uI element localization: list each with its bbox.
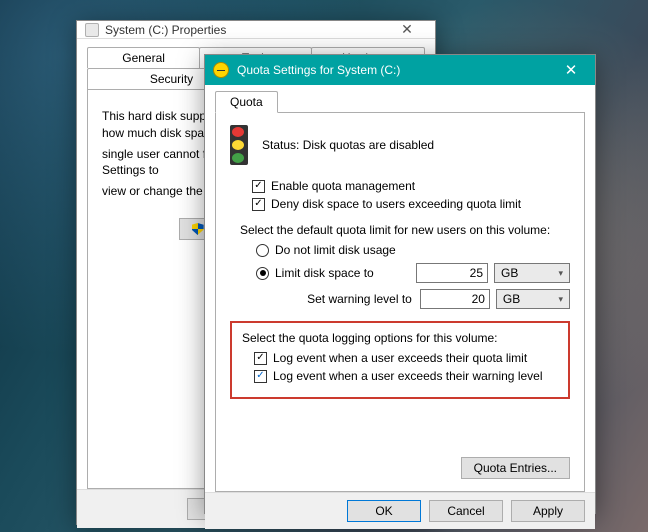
quota-footer: OK Cancel Apply [205, 492, 595, 529]
tab-general[interactable]: General [87, 47, 200, 68]
tab-quota[interactable]: Quota [215, 91, 278, 113]
traffic-light-icon [230, 125, 248, 165]
limit-value-input[interactable]: 25 [416, 263, 488, 283]
checkbox-icon [254, 370, 267, 383]
cancel-button[interactable]: Cancel [429, 500, 503, 522]
quota-tabpanel: Status: Disk quotas are disabled Enable … [215, 112, 585, 492]
properties-title: System (C:) Properties [105, 23, 387, 37]
ok-button[interactable]: OK [347, 500, 421, 522]
logging-prompt: Select the quota logging options for thi… [242, 331, 558, 345]
quota-icon [213, 62, 229, 78]
status-row: Status: Disk quotas are disabled [230, 125, 570, 165]
close-icon[interactable]: ✕ [549, 55, 593, 85]
radio-icon [256, 244, 269, 257]
quota-titlebar[interactable]: Quota Settings for System (C:) ✕ [205, 55, 595, 85]
radio-icon [256, 267, 269, 280]
default-limit-prompt: Select the default quota limit for new u… [240, 223, 570, 237]
properties-titlebar[interactable]: System (C:) Properties ✕ [77, 21, 435, 39]
checkbox-icon [252, 180, 265, 193]
shield-icon [192, 223, 204, 235]
limit-label: Limit disk space to [275, 266, 374, 280]
quota-title: Quota Settings for System (C:) [237, 63, 549, 77]
chevron-down-icon: ▾ [558, 268, 563, 279]
warning-unit-select[interactable]: GB ▾ [496, 289, 570, 309]
log-quota-checkbox[interactable]: Log event when a user exceeds their quot… [254, 351, 558, 365]
quota-window: Quota Settings for System (C:) ✕ Quota S… [204, 54, 596, 514]
warning-unit-label: GB [503, 292, 520, 306]
limit-unit-select[interactable]: GB ▾ [494, 263, 570, 283]
warning-label: Set warning level to [282, 292, 412, 306]
apply-button[interactable]: Apply [511, 500, 585, 522]
deny-space-label: Deny disk space to users exceeding quota… [271, 197, 521, 211]
enable-quota-checkbox[interactable]: Enable quota management [252, 179, 570, 193]
status-label: Status: Disk quotas are disabled [262, 138, 434, 152]
limit-unit-label: GB [501, 266, 518, 280]
close-icon[interactable]: ✕ [387, 21, 427, 38]
checkbox-icon [252, 198, 265, 211]
chevron-down-icon: ▾ [558, 294, 563, 305]
checkbox-icon [254, 352, 267, 365]
deny-space-checkbox[interactable]: Deny disk space to users exceeding quota… [252, 197, 570, 211]
logging-options-box: Select the quota logging options for thi… [230, 321, 570, 399]
log-quota-label: Log event when a user exceeds their quot… [273, 351, 527, 365]
no-limit-label: Do not limit disk usage [275, 243, 396, 257]
log-warning-label: Log event when a user exceeds their warn… [273, 369, 543, 383]
quota-body: Quota Status: Disk quotas are disabled E… [205, 85, 595, 492]
quota-entries-button[interactable]: Quota Entries... [461, 457, 570, 479]
no-limit-radio[interactable]: Do not limit disk usage [256, 243, 570, 257]
enable-quota-label: Enable quota management [271, 179, 415, 193]
warning-value-input[interactable]: 20 [420, 289, 490, 309]
drive-icon [85, 23, 99, 37]
limit-radio[interactable]: Limit disk space to [256, 266, 374, 280]
log-warning-checkbox[interactable]: Log event when a user exceeds their warn… [254, 369, 558, 383]
